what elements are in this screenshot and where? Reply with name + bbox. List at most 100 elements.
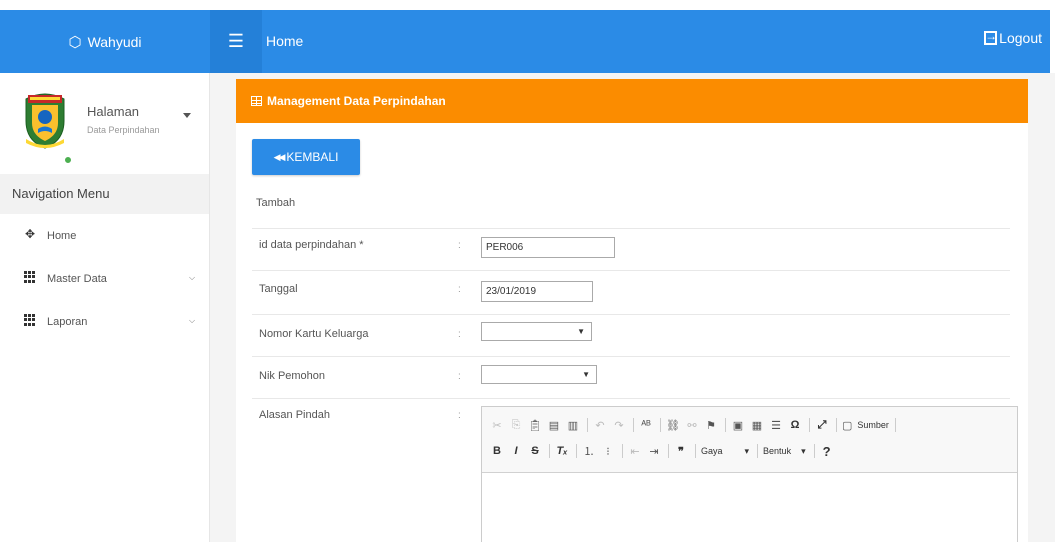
panel-heading-title: Management Data Perpindahan	[267, 94, 446, 108]
spellcheck-icon[interactable]: ᴬᴮ	[639, 419, 653, 431]
form-row-tanggal: Tanggal :	[252, 270, 1010, 314]
profile-section: Halaman Data Perpindahan	[0, 73, 209, 174]
top-navbar: ⬡ Wahyudi ☰ Home Logout	[0, 10, 1050, 73]
colon: :	[458, 284, 461, 295]
brand[interactable]: ⬡ Wahyudi	[0, 10, 210, 73]
online-status-dot	[64, 156, 72, 164]
source-icon: ▢	[842, 419, 853, 432]
indent-icon[interactable]: ⇥	[647, 445, 661, 458]
toolbar-row-1: ✂ ⎘ 📋︎ ▤ ▥ ↶ ↷ ᴬᴮ ⛓ ⚯ ⚑ ▣ ▦ ☰ Ω ⤢ ▢ Sumb…	[490, 415, 901, 435]
sidebar-item-laporan[interactable]: Laporan ⌵	[0, 300, 209, 343]
table-icon	[251, 96, 262, 106]
form-row-id: id data perpindahan * :	[252, 228, 1010, 270]
numbered-list-icon[interactable]: ⒈	[582, 443, 596, 459]
toolbar-separator	[836, 418, 837, 432]
dropdown-arrow-icon: ▼	[582, 370, 590, 379]
blockquote-icon[interactable]: ❞	[674, 445, 688, 458]
toolbar-separator	[587, 418, 588, 432]
maximize-icon[interactable]: ⤢	[815, 419, 829, 432]
toolbar-separator	[757, 444, 759, 458]
outdent-icon[interactable]: ⇤	[628, 445, 642, 458]
field-label-alasan-pindah: Alasan Pindah	[259, 409, 330, 421]
source-button[interactable]: Sumber	[857, 420, 889, 430]
form-row-nomor-kk: Nomor Kartu Keluarga : ▼	[252, 314, 1010, 356]
toolbar-separator	[549, 444, 550, 458]
editor-toolbar: ✂ ⎘ 📋︎ ▤ ▥ ↶ ↷ ᴬᴮ ⛓ ⚯ ⚑ ▣ ▦ ☰ Ω ⤢ ▢ Sumb…	[482, 407, 1017, 473]
image-icon[interactable]: ▣	[731, 419, 745, 432]
field-label-id: id data perpindahan *	[259, 239, 364, 251]
sign-out-icon	[984, 29, 998, 45]
profile-subtitle: Data Perpindahan	[87, 125, 160, 135]
arrows-move-icon: ✥	[24, 227, 36, 241]
back-button-label: KEMBALI	[286, 150, 339, 164]
logout-button[interactable]: Logout	[984, 29, 1042, 46]
sidebar-item-master-data[interactable]: Master Data ⌵	[0, 257, 209, 300]
strike-icon[interactable]: S	[528, 445, 542, 457]
logout-label: Logout	[999, 30, 1042, 46]
toolbar-separator	[894, 418, 896, 432]
bold-icon[interactable]: B	[490, 445, 504, 457]
undo-icon[interactable]: ↶	[593, 419, 607, 432]
table-insert-icon[interactable]: ▦	[750, 419, 764, 432]
italic-icon[interactable]: I	[509, 445, 523, 457]
regency-logo-icon	[25, 93, 65, 149]
sidebar-item-home[interactable]: ✥ Home	[0, 214, 209, 257]
cut-icon[interactable]: ✂	[490, 419, 504, 432]
dropdown-arrow-icon: ▾	[801, 445, 806, 456]
menu-toggle-button[interactable]: ☰	[210, 10, 262, 73]
toolbar-separator	[725, 418, 726, 432]
remove-format-icon[interactable]: Tₓ	[555, 445, 569, 457]
help-button[interactable]: ?	[820, 444, 834, 459]
profile-name: Halaman	[87, 104, 140, 119]
unlink-icon[interactable]: ⚯	[685, 419, 699, 432]
chevron-down-icon: ⌵	[189, 273, 196, 282]
redo-icon[interactable]: ↷	[612, 419, 626, 432]
caret-down-icon[interactable]	[183, 113, 191, 118]
topbar-page-title: Home	[266, 33, 304, 49]
bulleted-list-icon[interactable]: ⁝	[601, 445, 615, 458]
grid-icon	[24, 314, 36, 326]
rich-text-editor: ✂ ⎘ 📋︎ ▤ ▥ ↶ ↷ ᴬᴮ ⛓ ⚯ ⚑ ▣ ▦ ☰ Ω ⤢ ▢ Sumb…	[481, 406, 1018, 542]
nav-header: Navigation Menu	[0, 174, 209, 214]
back-button[interactable]: ◀◀ KEMBALI	[252, 139, 360, 175]
sidebar-item-label: Home	[47, 230, 77, 242]
form-row-nik-pemohon: Nik Pemohon : ▼	[252, 356, 1010, 398]
editor-content-area[interactable]	[482, 473, 1017, 542]
style-dropdown[interactable]: Gaya	[701, 446, 723, 456]
anchor-flag-icon[interactable]: ⚑	[704, 419, 718, 432]
sidebar-item-label: Laporan	[47, 316, 88, 328]
toolbar-separator	[633, 418, 634, 432]
tanggal-input[interactable]	[481, 281, 593, 302]
format-dropdown[interactable]: Bentuk	[763, 446, 791, 456]
id-perpindahan-input[interactable]	[481, 237, 615, 258]
panel-heading: Management Data Perpindahan	[236, 79, 1028, 123]
paste-text-icon[interactable]: ▤	[547, 419, 561, 432]
dropdown-arrow-icon: ▾	[744, 445, 750, 456]
colon: :	[458, 329, 461, 340]
sidebar: Halaman Data Perpindahan Navigation Menu…	[0, 73, 210, 542]
colon: :	[458, 240, 461, 251]
special-char-icon[interactable]: Ω	[788, 419, 802, 431]
toolbar-separator	[660, 418, 661, 432]
toolbar-separator	[668, 444, 669, 458]
dropdown-arrow-icon: ▼	[577, 327, 585, 336]
paste-word-icon[interactable]: ▥	[566, 419, 580, 432]
toolbar-separator	[813, 444, 815, 458]
brand-name: Wahyudi	[87, 33, 142, 50]
form-subtitle: Tambah	[256, 197, 296, 209]
field-label-nomor-kk: Nomor Kartu Keluarga	[259, 328, 369, 340]
nomor-kk-select[interactable]: ▼	[481, 322, 592, 341]
hamburger-icon: ☰	[227, 31, 245, 51]
copy-icon[interactable]: ⎘	[509, 419, 523, 432]
form-row-alasan-pindah: Alasan Pindah : ✂ ⎘ 📋︎ ▤ ▥ ↶ ↷ ᴬᴮ ⛓ ⚯ ⚑ …	[252, 398, 1018, 542]
nik-pemohon-select[interactable]: ▼	[481, 365, 597, 384]
paste-icon[interactable]: 📋︎	[528, 419, 542, 432]
horizontal-line-icon[interactable]: ☰	[769, 419, 783, 432]
cube-icon: ⬡	[68, 33, 82, 51]
link-icon[interactable]: ⛓	[666, 419, 680, 432]
app-window: ⬡ Wahyudi ☰ Home Logout Halaman Dat	[0, 0, 1055, 542]
grid-icon	[24, 271, 36, 283]
field-label-tanggal: Tanggal	[259, 283, 298, 295]
field-label-nik-pemohon: Nik Pemohon	[259, 370, 326, 382]
colon: :	[458, 410, 461, 421]
